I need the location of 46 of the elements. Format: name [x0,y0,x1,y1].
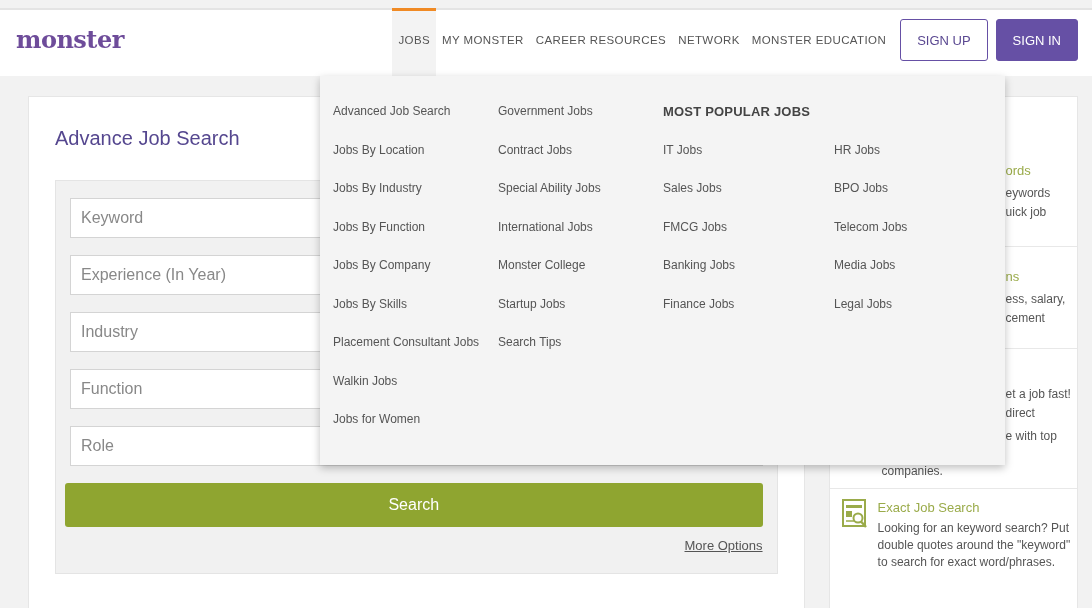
menu-item[interactable]: Walkin Jobs [333,373,498,412]
menu-item[interactable]: Government Jobs [498,104,663,143]
nav-tab[interactable]: MONSTER EDUCATION [745,8,893,76]
card-title: ords [1005,162,1031,180]
menu-item[interactable]: Jobs By Skills [333,296,498,335]
menu-item[interactable]: Jobs By Location [333,142,498,181]
menu-item[interactable]: Jobs By Industry [333,181,498,220]
menu-item[interactable]: Advanced Job Search [333,104,498,143]
menu-item[interactable]: Special Ability Jobs [498,181,663,220]
menu-item[interactable]: HR Jobs [834,142,1005,181]
nav-tab[interactable]: CAREER RESOURCES [529,8,673,76]
more-options-link[interactable]: More Options [684,538,763,553]
document-search-icon [841,499,868,529]
card-title: ns [1005,268,1020,286]
menu-item[interactable]: International Jobs [498,219,663,258]
menu-item[interactable]: Sales Jobs [663,181,834,220]
card-title: Exact Job Search [877,499,980,516]
card-text: companies. [881,463,943,480]
menu-item[interactable]: Banking Jobs [663,258,834,297]
menu-item[interactable]: Media Jobs [834,258,1005,297]
menu-item[interactable]: Jobs By Company [333,258,498,297]
menu-item[interactable]: Placement Consultant Jobs [333,335,498,374]
card-text: Looking for an keyword search? Put double quotes around the "keyword" to search for exact word/phrases. [877,520,1072,571]
menu-item[interactable]: Legal Jobs [834,296,1005,335]
menu-item[interactable]: Search Tips [498,335,663,374]
menu-item[interactable]: Finance Jobs [663,296,834,335]
menu-item[interactable]: Jobs By Function [333,219,498,258]
card-text: ess, salary, cement [1005,291,1066,327]
sign-up-button[interactable]: SIGN UP [900,19,988,61]
panel-title: Advance Job Search [55,127,240,150]
menu-item[interactable]: Startup Jobs [498,296,663,335]
card-text: eywords uick job [1005,185,1051,221]
nav-tab[interactable]: NETWORK [672,8,746,76]
menu-item[interactable]: FMCG Jobs [663,219,834,258]
nav-tab[interactable]: MY MONSTER [436,8,530,76]
nav-tab[interactable]: JOBS [392,8,437,76]
sign-in-button[interactable]: SIGN IN [995,19,1078,61]
menu-item[interactable]: Telecom Jobs [834,219,1005,258]
logo[interactable]: monster [16,24,124,54]
menu-heading: MOST POPULAR JOBS [663,104,812,121]
menu-item[interactable]: BPO Jobs [834,181,1005,220]
card-text: e with top [1005,428,1057,445]
menu-item[interactable]: Jobs for Women [333,412,498,451]
menu-item[interactable]: IT Jobs [663,142,834,181]
menu-item[interactable]: Monster College [498,258,663,297]
menu-item[interactable]: Contract Jobs [498,142,663,181]
